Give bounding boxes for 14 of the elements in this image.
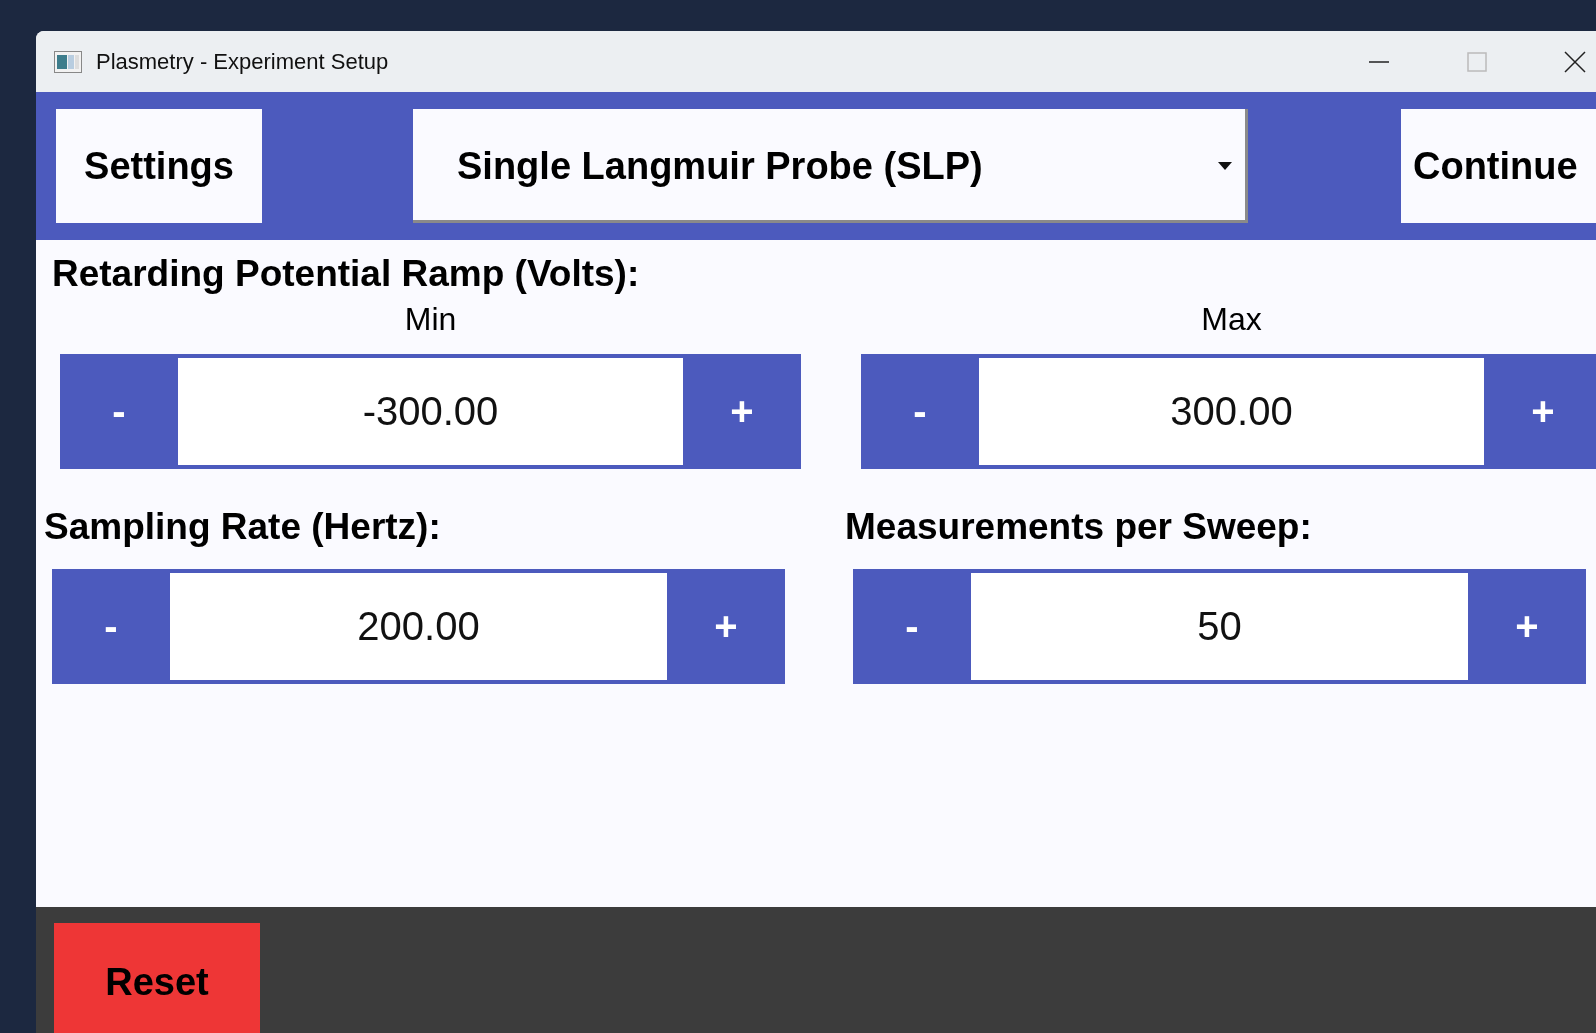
- value-field[interactable]: 300.00: [979, 358, 1484, 465]
- field-label: Max: [1201, 300, 1262, 339]
- continue-button[interactable]: Continue: [1401, 109, 1596, 223]
- field-label: Min: [404, 300, 457, 339]
- section-heading: Retarding Potential Ramp (Volts):: [52, 252, 640, 296]
- value-field[interactable]: 50: [971, 573, 1468, 680]
- value-field[interactable]: -300.00: [178, 358, 683, 465]
- section-heading: Sampling Rate (Hertz):: [44, 505, 441, 549]
- window-title: Plasmetry - Experiment Setup: [96, 48, 389, 75]
- mode-dropdown[interactable]: Single Langmuir Probe (SLP): [413, 109, 1248, 223]
- settings-button[interactable]: Settings: [56, 109, 262, 223]
- reset-button[interactable]: Reset: [54, 923, 260, 1033]
- value-field[interactable]: 200.00: [170, 573, 667, 680]
- section-heading: Measurements per Sweep:: [845, 505, 1312, 549]
